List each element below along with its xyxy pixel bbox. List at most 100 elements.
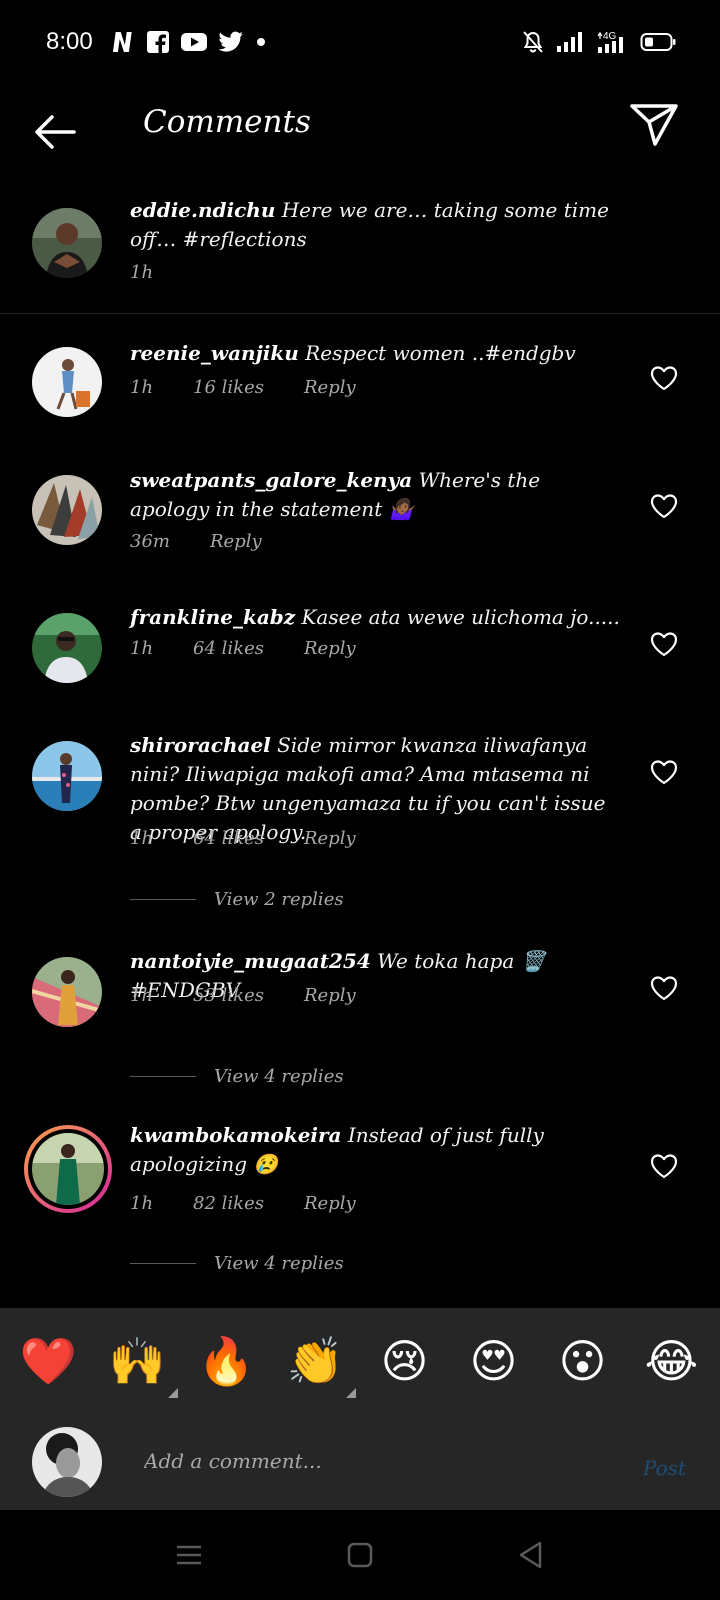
comment-time: 1h xyxy=(130,377,154,398)
emoji-raising-hands-glyph: 🙌 xyxy=(108,1334,167,1388)
youtube-icon xyxy=(181,33,207,51)
comment-meta: 36m Reply xyxy=(130,531,302,552)
comment-text: reenie_wanjiku Respect women ..#endgbv xyxy=(130,339,620,368)
emoji-fire-button[interactable]: 🔥 xyxy=(195,1338,259,1384)
svg-text:4G: 4G xyxy=(603,31,617,42)
reply-button[interactable]: Reply xyxy=(304,828,356,849)
status-bar: 8:00 4G xyxy=(0,0,720,90)
caption-time: 1h xyxy=(130,262,154,283)
comment-username[interactable]: frankline_kabz xyxy=(130,605,295,629)
like-heart-icon[interactable] xyxy=(650,493,678,519)
avatar[interactable] xyxy=(32,957,102,1027)
view-replies-label: View 2 replies xyxy=(214,889,344,910)
avatar[interactable] xyxy=(32,347,102,417)
comment-likes[interactable]: 64 likes xyxy=(193,828,264,849)
silent-icon xyxy=(523,31,543,53)
skin-tone-indicator-icon xyxy=(345,1388,356,1398)
back-button[interactable] xyxy=(30,102,82,154)
view-replies-button[interactable]: View 4 replies xyxy=(130,1253,344,1274)
comment-meta: 1h 16 likes Reply xyxy=(130,377,396,398)
twitter-icon xyxy=(218,31,243,52)
caption-text: eddie.ndichu Here we are… taking some ti… xyxy=(130,196,630,254)
avatar-story-ring[interactable] xyxy=(24,1125,112,1213)
comment-time: 36m xyxy=(130,531,170,552)
avatar[interactable] xyxy=(32,613,102,683)
quick-emoji-bar: ❤️ 🙌 🔥 👏 😢 😍 😮 😂 xyxy=(0,1308,720,1414)
emoji-raising-hands-button[interactable]: 🙌 xyxy=(106,1338,178,1398)
like-heart-icon[interactable] xyxy=(650,631,678,657)
comment-time: 1h xyxy=(130,638,154,659)
like-heart-icon[interactable] xyxy=(650,1153,678,1179)
status-app-icons xyxy=(112,30,268,54)
back-arrow-icon xyxy=(35,115,76,149)
emoji-laughing-button[interactable]: 😂 xyxy=(640,1338,704,1384)
avatar[interactable] xyxy=(32,741,102,811)
view-replies-label: View 4 replies xyxy=(214,1066,344,1087)
post-caption: eddie.ndichu Here we are… taking some ti… xyxy=(0,196,720,314)
avatar[interactable] xyxy=(32,475,102,545)
like-heart-icon[interactable] xyxy=(650,759,678,785)
share-button[interactable] xyxy=(628,98,680,150)
page-title: Comments xyxy=(143,104,311,140)
comment-meta: 1h 82 likes Reply xyxy=(130,1193,396,1214)
comment-username[interactable]: reenie_wanjiku xyxy=(130,341,299,365)
emoji-surprised-button[interactable]: 😮 xyxy=(551,1338,615,1384)
netflix-icon xyxy=(112,32,132,52)
comment-text: kwambokamokeira Instead of just fully ap… xyxy=(130,1121,620,1179)
emoji-heart-button[interactable]: ❤️ xyxy=(17,1338,81,1384)
comment-meta: 1h 64 likes Reply xyxy=(130,638,396,659)
view-replies-button[interactable]: View 2 replies xyxy=(130,889,344,910)
recent-apps-icon[interactable] xyxy=(174,1540,204,1570)
system-nav-bar xyxy=(0,1510,720,1600)
emoji-crying-button[interactable]: 😢 xyxy=(373,1338,437,1384)
avatar[interactable] xyxy=(32,208,102,278)
skin-tone-indicator-icon xyxy=(167,1388,178,1398)
like-heart-icon[interactable] xyxy=(650,365,678,391)
comment-username[interactable]: nantoiyie_mugaat254 xyxy=(130,949,371,973)
back-nav-icon[interactable] xyxy=(516,1540,546,1570)
status-indicators: 4G xyxy=(522,30,676,54)
reply-button[interactable]: Reply xyxy=(304,638,356,659)
emoji-clapping-glyph: 👏 xyxy=(286,1334,345,1388)
comment-likes[interactable]: 64 likes xyxy=(193,638,264,659)
view-replies-label: View 4 replies xyxy=(214,1253,344,1274)
emoji-heart-eyes-button[interactable]: 😍 xyxy=(462,1338,526,1384)
comment-username[interactable]: shirorachael xyxy=(130,733,271,757)
comment-input-bar: Post xyxy=(0,1414,720,1510)
comment-username[interactable]: kwambokamokeira xyxy=(130,1123,342,1147)
replies-divider xyxy=(130,1263,196,1264)
post-button[interactable]: Post xyxy=(643,1456,686,1480)
notification-dot-icon xyxy=(257,38,265,46)
comment-likes[interactable]: 53 likes xyxy=(193,985,264,1006)
view-replies-button[interactable]: View 4 replies xyxy=(130,1066,344,1087)
facebook-icon xyxy=(147,31,169,53)
home-icon[interactable] xyxy=(345,1540,375,1570)
like-heart-icon[interactable] xyxy=(650,975,678,1001)
comment-time: 1h xyxy=(130,985,154,1006)
reply-button[interactable]: Reply xyxy=(304,377,356,398)
status-time: 8:00 xyxy=(46,28,93,55)
comment-body: Kasee ata wewe ulichoma jo..... xyxy=(301,605,620,629)
reply-button[interactable]: Reply xyxy=(304,1193,356,1214)
comment-username[interactable]: sweatpants_galore_kenya xyxy=(130,468,412,492)
signal-icon xyxy=(557,32,582,52)
emoji-clapping-button[interactable]: 👏 xyxy=(284,1338,356,1398)
replies-divider xyxy=(130,1076,196,1077)
current-user-avatar xyxy=(32,1427,102,1497)
caption-meta: 1h xyxy=(130,262,193,283)
reply-button[interactable]: Reply xyxy=(304,985,356,1006)
reply-button[interactable]: Reply xyxy=(210,531,262,552)
send-icon xyxy=(630,104,678,146)
comment-time: 1h xyxy=(130,828,154,849)
comment-likes[interactable]: 82 likes xyxy=(193,1193,264,1214)
comment-text: frankline_kabz Kasee ata wewe ulichoma j… xyxy=(130,603,620,632)
comment-body: Respect women ..#endgbv xyxy=(305,341,576,365)
comment-time: 1h xyxy=(130,1193,154,1214)
comment-meta: 1h 64 likes Reply xyxy=(130,828,396,849)
signal-4g-icon: 4G xyxy=(597,31,623,53)
comment-meta: 1h 53 likes Reply xyxy=(130,985,396,1006)
battery-icon xyxy=(640,33,676,51)
caption-username[interactable]: eddie.ndichu xyxy=(130,198,275,222)
comment-likes[interactable]: 16 likes xyxy=(193,377,264,398)
comment-input[interactable] xyxy=(144,1444,614,1478)
